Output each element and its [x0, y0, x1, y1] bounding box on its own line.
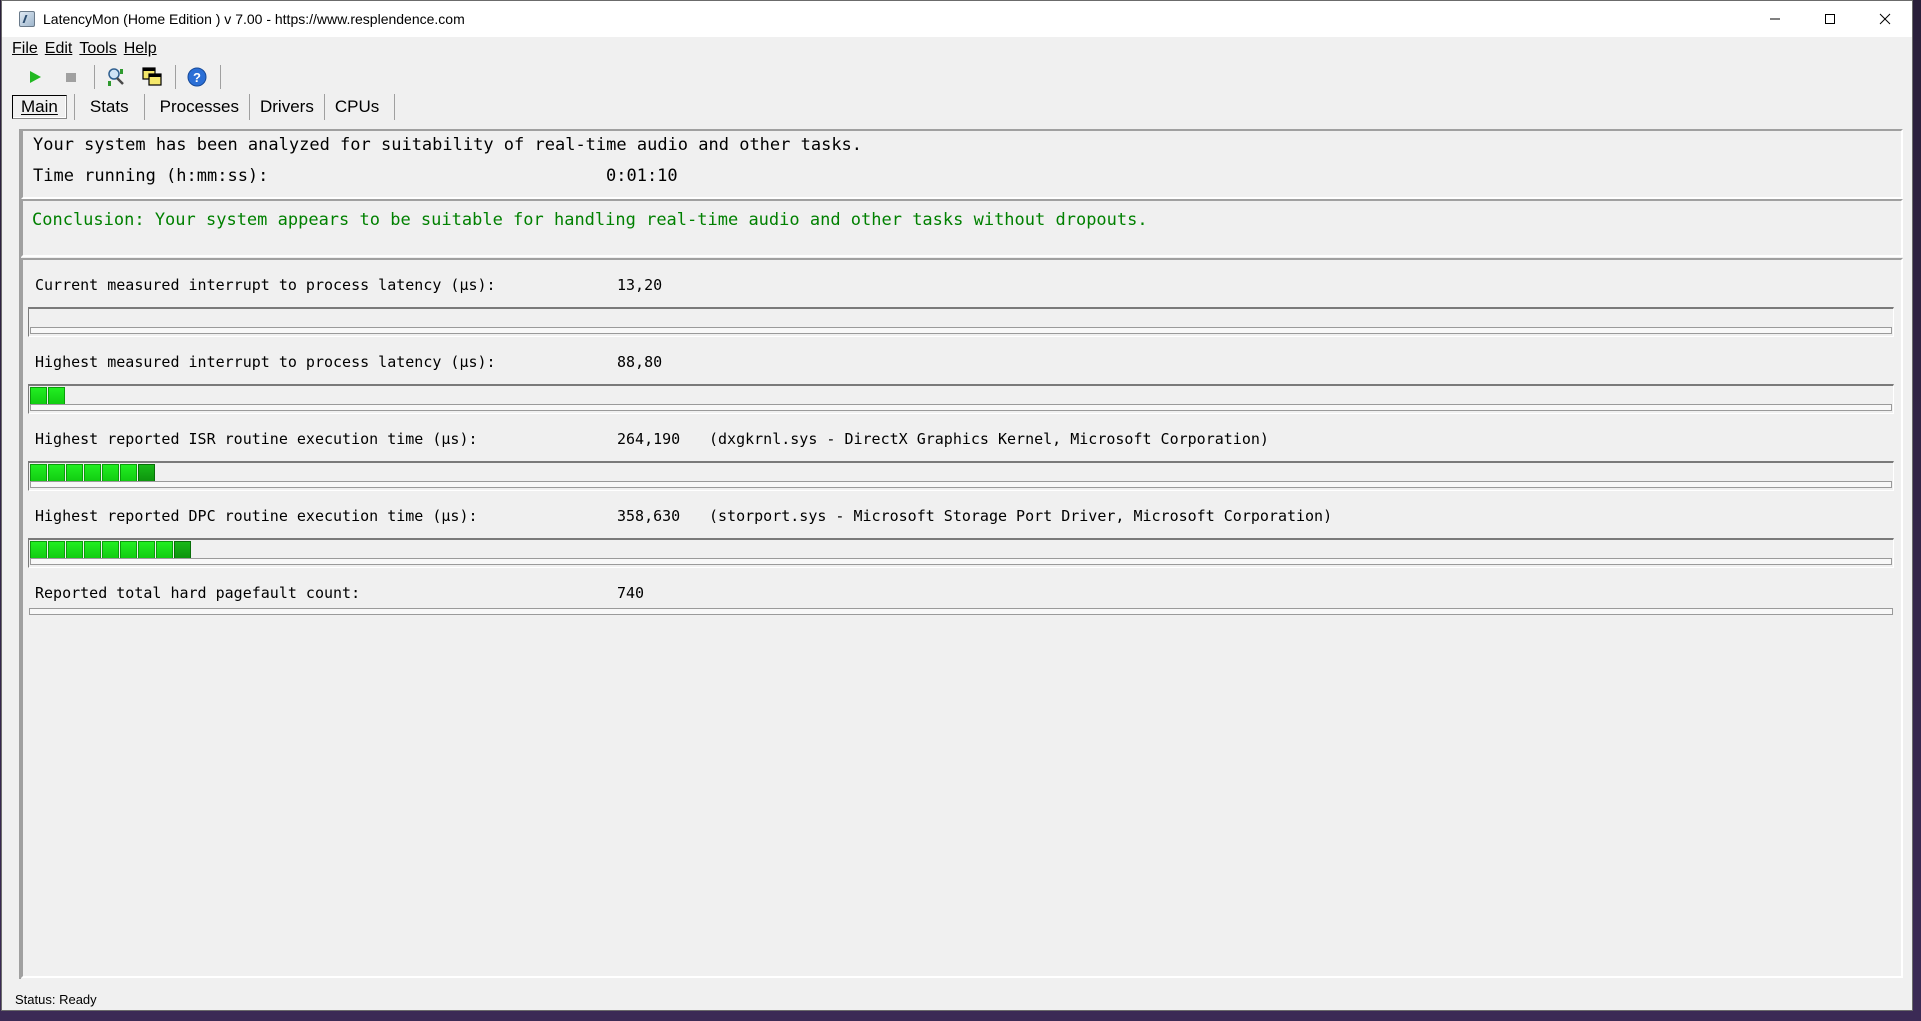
analyze-button[interactable]: [103, 64, 129, 90]
menu-file-label: File: [12, 40, 38, 57]
close-icon: [1879, 13, 1890, 25]
toolbar-separator: [175, 65, 176, 89]
metric-label: Highest reported DPC routine execution t…: [35, 507, 478, 525]
pagefault-divider: [29, 608, 1893, 615]
meter-track: [30, 327, 1892, 334]
analysis-summary-text: Your system has been analyzed for suitab…: [33, 135, 863, 155]
time-running-label: Time running (h:mm:ss):: [33, 166, 269, 186]
maximize-icon: [1824, 14, 1835, 24]
tab-separator: [323, 94, 325, 120]
menu-bar: File Edit Tools Help: [2, 37, 1912, 61]
menu-tools[interactable]: Tools: [79, 40, 116, 58]
tab-processes-label: Processes: [159, 97, 239, 116]
dpc-meter: [28, 538, 1894, 568]
minimize-button[interactable]: [1747, 1, 1802, 37]
maximize-button[interactable]: [1802, 1, 1857, 37]
tab-separator: [143, 94, 145, 120]
tab-drivers[interactable]: Drivers: [252, 95, 322, 119]
play-icon: [30, 71, 41, 83]
tab-main[interactable]: Main: [12, 95, 67, 119]
metric-value: 88,80: [617, 353, 663, 371]
isr-meter: [28, 461, 1894, 491]
metric-current-latency: Current measured interrupt to process la…: [23, 260, 1901, 337]
toolbar: ?: [2, 62, 1912, 92]
menu-tools-label: Tools: [79, 40, 117, 57]
close-button[interactable]: [1857, 1, 1912, 37]
window-title: LatencyMon (Home Edition ) v 7.00 - http…: [43, 11, 465, 27]
help-icon: ?: [187, 67, 207, 87]
metric-highest-latency: Highest measured interrupt to process la…: [23, 337, 1901, 414]
stop-monitor-button[interactable]: [58, 64, 84, 90]
metric-detail: (dxgkrnl.sys - DirectX Graphics Kernel, …: [709, 430, 1269, 448]
conclusion-text: Conclusion: Your system appears to be su…: [32, 210, 1148, 230]
tab-cpus-label: CPUs: [334, 97, 380, 116]
title-bar[interactable]: LatencyMon (Home Edition ) v 7.00 - http…: [2, 1, 1912, 37]
menu-edit[interactable]: Edit: [45, 40, 73, 58]
menu-file[interactable]: File: [12, 40, 38, 58]
metric-isr-time: Highest reported ISR routine execution t…: [23, 414, 1901, 491]
tab-separator: [394, 94, 396, 120]
metric-value: 13,20: [617, 276, 663, 294]
windows-button[interactable]: [139, 64, 165, 90]
metric-label: Reported total hard pagefault count:: [35, 584, 361, 602]
app-window: LatencyMon (Home Edition ) v 7.00 - http…: [1, 0, 1913, 1011]
tab-stats-label: Stats: [89, 97, 129, 116]
status-text: Status: Ready: [15, 991, 97, 1007]
metric-value: 264,190: [617, 430, 681, 448]
metric-detail: (storport.sys - Microsoft Storage Port D…: [709, 507, 1333, 525]
menu-help-label: Help: [123, 40, 157, 57]
meter-track: [30, 481, 1892, 488]
status-bar: Status: Ready: [11, 988, 1903, 1010]
meter-track: [30, 404, 1892, 411]
help-button[interactable]: ?: [184, 64, 210, 90]
tab-main-label: Main: [21, 97, 58, 116]
stop-icon: [66, 73, 76, 82]
metric-value: 740: [617, 584, 645, 602]
start-monitor-button[interactable]: [22, 64, 48, 90]
tab-stats[interactable]: Stats: [82, 95, 137, 119]
latency-meter: [28, 307, 1894, 337]
minimize-icon: [1769, 18, 1780, 20]
metric-value: 358,630: [617, 507, 681, 525]
tab-separator: [248, 94, 250, 120]
tab-separator: [73, 94, 75, 120]
latencymon-app-icon[interactable]: [19, 11, 35, 27]
metric-pagefault-count: Reported total hard pagefault count: 740: [23, 568, 1901, 645]
metric-label: Highest reported ISR routine execution t…: [35, 430, 478, 448]
metric-label: Current measured interrupt to process la…: [35, 276, 496, 294]
magnifier-chart-icon: [108, 68, 124, 86]
latency-meter: [28, 384, 1894, 414]
toolbar-separator: [220, 65, 221, 89]
svg-text:?: ?: [193, 70, 201, 85]
tab-processes[interactable]: Processes: [152, 95, 247, 119]
menu-edit-label: Edit: [44, 40, 73, 57]
time-running-value: 0:01:10: [606, 166, 678, 186]
tab-cpus[interactable]: CPUs: [327, 95, 387, 119]
toolbar-separator: [94, 65, 95, 89]
summary-panel: Your system has been analyzed for suitab…: [21, 129, 1903, 199]
metrics-panel: Current measured interrupt to process la…: [21, 258, 1903, 978]
metric-dpc-time: Highest reported DPC routine execution t…: [23, 491, 1901, 568]
menu-help[interactable]: Help: [124, 40, 157, 58]
metric-label: Highest measured interrupt to process la…: [35, 353, 496, 371]
window-controls: [1747, 1, 1912, 37]
windows-cascade-icon: [142, 67, 162, 86]
meter-track: [30, 558, 1892, 565]
tab-drivers-label: Drivers: [259, 97, 314, 116]
tab-bar: Main Stats Processes Drivers CPUs: [12, 93, 402, 121]
conclusion-panel: Conclusion: Your system appears to be su…: [21, 199, 1903, 257]
